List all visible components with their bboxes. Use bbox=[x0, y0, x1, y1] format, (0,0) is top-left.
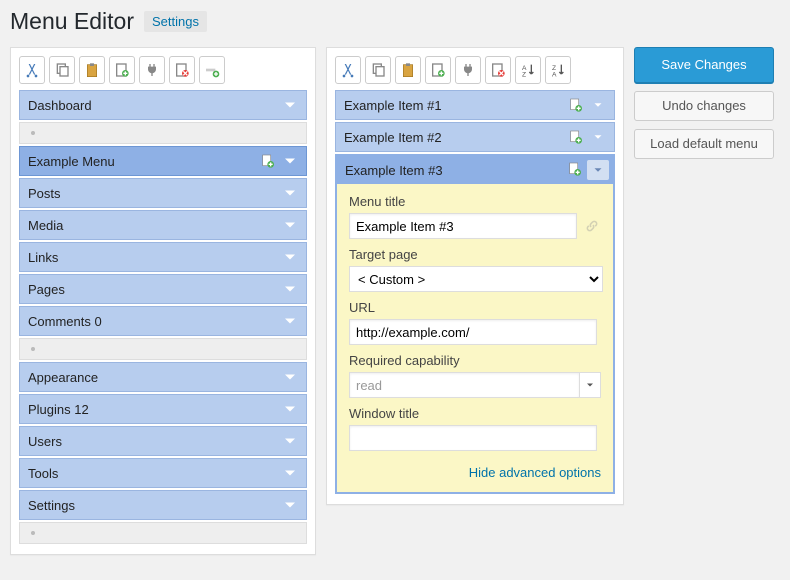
target-page-select[interactable]: < Custom > bbox=[349, 266, 603, 292]
menu-item[interactable]: Example Menu bbox=[19, 146, 307, 176]
submenu-item-header[interactable]: Example Item #3 bbox=[337, 156, 613, 184]
toolbar-add-sep-button[interactable] bbox=[199, 56, 225, 84]
capability-dropdown-button[interactable] bbox=[579, 372, 601, 398]
separator[interactable] bbox=[19, 122, 307, 144]
left-column: Dashboard Example Menu Posts Media Links Page… bbox=[10, 47, 316, 555]
new-item-icon bbox=[568, 129, 584, 145]
submenu-item[interactable]: Example Item #2 bbox=[335, 122, 615, 152]
menu-item[interactable]: Dashboard bbox=[19, 90, 307, 120]
right-column: Save Changes Undo changes Load default m… bbox=[634, 47, 774, 159]
sort-asc-icon bbox=[520, 62, 536, 78]
toolbar-delete-button[interactable] bbox=[485, 56, 511, 84]
delete-icon bbox=[174, 62, 190, 78]
menu-item-label: Plugins 12 bbox=[28, 402, 280, 417]
menu-item[interactable]: Pages bbox=[19, 274, 307, 304]
load-default-button[interactable]: Load default menu bbox=[634, 129, 774, 159]
expand-button[interactable] bbox=[280, 495, 300, 515]
menu-item-label: Posts bbox=[28, 186, 280, 201]
separator-dot-icon bbox=[26, 527, 40, 539]
menu-item-label: Links bbox=[28, 250, 280, 265]
toolbar-sort-asc-button[interactable] bbox=[515, 56, 541, 84]
menu-item[interactable]: Posts bbox=[19, 178, 307, 208]
menu-item[interactable]: Media bbox=[19, 210, 307, 240]
mid-column: Example Item #1 Example Item #2 Example I… bbox=[326, 47, 624, 505]
submenu-item[interactable]: Example Item #1 bbox=[335, 90, 615, 120]
copy-icon bbox=[370, 62, 386, 78]
menu-item[interactable]: Tools bbox=[19, 458, 307, 488]
copy-icon bbox=[54, 62, 70, 78]
toolbar-delete-button[interactable] bbox=[169, 56, 195, 84]
link-icon[interactable] bbox=[583, 217, 601, 235]
add-sep-icon bbox=[204, 62, 220, 78]
plug-icon bbox=[144, 62, 160, 78]
menu-item[interactable]: Appearance bbox=[19, 362, 307, 392]
toolbar-new-button[interactable] bbox=[425, 56, 451, 84]
new-item-icon bbox=[260, 153, 276, 169]
window-title-label: Window title bbox=[349, 406, 601, 421]
capability-input[interactable] bbox=[349, 372, 579, 398]
menu-item[interactable]: Users bbox=[19, 426, 307, 456]
url-input[interactable] bbox=[349, 319, 597, 345]
toolbar-paste-button[interactable] bbox=[79, 56, 105, 84]
toolbar-sort-desc-button[interactable] bbox=[545, 56, 571, 84]
separator-dot-icon bbox=[26, 343, 40, 355]
menu-item-label: Appearance bbox=[28, 370, 280, 385]
menu-item-label: Dashboard bbox=[28, 98, 280, 113]
submenu-item-label: Example Item #1 bbox=[344, 98, 568, 113]
menu-item-label: Comments 0 bbox=[28, 314, 280, 329]
new-item-icon bbox=[568, 97, 584, 113]
toolbar-plug-button[interactable] bbox=[455, 56, 481, 84]
menu-item-label: Media bbox=[28, 218, 280, 233]
new-item-icon bbox=[567, 161, 583, 180]
menu-item[interactable]: Links bbox=[19, 242, 307, 272]
expand-button[interactable] bbox=[588, 127, 608, 147]
menu-item-label: Tools bbox=[28, 466, 280, 481]
menu-title-label: Menu title bbox=[349, 194, 601, 209]
cut-icon bbox=[24, 62, 40, 78]
collapse-button[interactable] bbox=[587, 160, 609, 180]
new-icon bbox=[430, 62, 446, 78]
paste-icon bbox=[400, 62, 416, 78]
toolbar-copy-button[interactable] bbox=[49, 56, 75, 84]
url-label: URL bbox=[349, 300, 601, 315]
page-title: Menu Editor bbox=[10, 8, 134, 35]
capability-label: Required capability bbox=[349, 353, 601, 368]
menu-title-input[interactable] bbox=[349, 213, 577, 239]
chevron-down-icon bbox=[280, 430, 300, 580]
toolbar-paste-button[interactable] bbox=[395, 56, 421, 84]
submenu-item-label: Example Item #3 bbox=[345, 163, 567, 178]
target-page-label: Target page bbox=[349, 247, 601, 262]
toolbar-cut-button[interactable] bbox=[19, 56, 45, 84]
plug-icon bbox=[460, 62, 476, 78]
sort-desc-icon bbox=[550, 62, 566, 78]
separator[interactable] bbox=[19, 522, 307, 544]
toolbar-new-button[interactable] bbox=[109, 56, 135, 84]
toolbar-plug-button[interactable] bbox=[139, 56, 165, 84]
menu-item[interactable]: Plugins 12 bbox=[19, 394, 307, 424]
separator-dot-icon bbox=[26, 127, 40, 139]
delete-icon bbox=[490, 62, 506, 78]
menu-item-label: Pages bbox=[28, 282, 280, 297]
expand-button[interactable] bbox=[588, 95, 608, 115]
menu-item-label: Settings bbox=[28, 498, 280, 513]
menu-item-label: Example Menu bbox=[28, 154, 260, 169]
save-button[interactable]: Save Changes bbox=[634, 47, 774, 83]
window-title-input[interactable] bbox=[349, 425, 597, 451]
menu-item-label: Users bbox=[28, 434, 280, 449]
paste-icon bbox=[84, 62, 100, 78]
undo-button[interactable]: Undo changes bbox=[634, 91, 774, 121]
submenu-item-expanded: Example Item #3 Menu title Target page <… bbox=[335, 154, 615, 494]
toolbar-copy-button[interactable] bbox=[365, 56, 391, 84]
toolbar-cut-button[interactable] bbox=[335, 56, 361, 84]
cut-icon bbox=[340, 62, 356, 78]
page-new-icon bbox=[260, 153, 276, 169]
submenu-item-label: Example Item #2 bbox=[344, 130, 568, 145]
menu-item[interactable]: Settings bbox=[19, 490, 307, 520]
separator[interactable] bbox=[19, 338, 307, 360]
settings-link[interactable]: Settings bbox=[144, 11, 207, 32]
new-icon bbox=[114, 62, 130, 78]
hide-advanced-link[interactable]: Hide advanced options bbox=[349, 459, 601, 482]
menu-item[interactable]: Comments 0 bbox=[19, 306, 307, 336]
